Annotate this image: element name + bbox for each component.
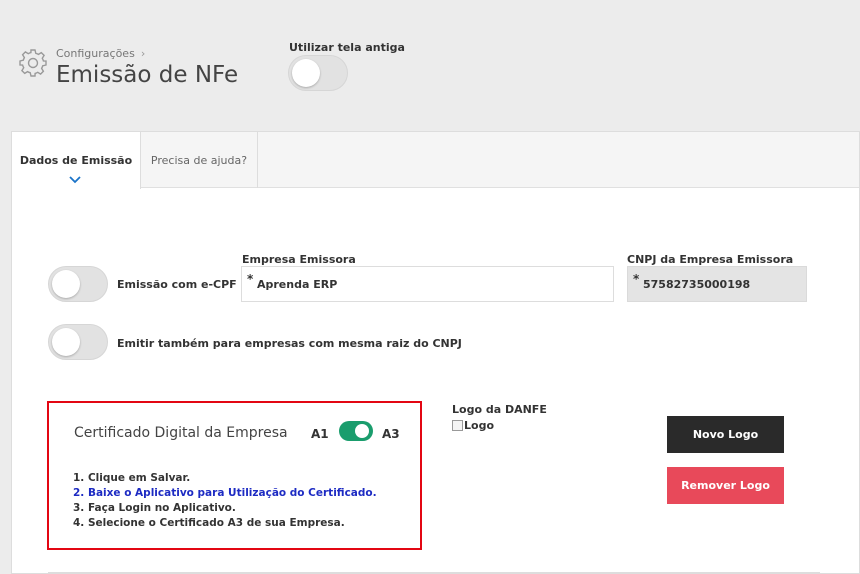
cnpj-input: * 57582735000198 (627, 266, 807, 302)
required-marker: * (633, 272, 640, 286)
certificate-box: Certificado Digital da Empresa A1 A3 1. … (47, 401, 422, 550)
chevron-down-icon (69, 176, 81, 184)
same-root-label: Emitir também para empresas com mesma ra… (117, 337, 462, 350)
logo-image: Logo (452, 419, 494, 432)
same-root-toggle[interactable] (48, 324, 108, 360)
toggle-knob (52, 328, 80, 356)
toggle-knob (52, 270, 80, 298)
certificate-title: Certificado Digital da Empresa (74, 425, 288, 441)
tab-label: Dados de Emissão (19, 154, 133, 167)
logo-alt-text: Logo (464, 419, 494, 432)
breadcrumb-configuracoes[interactable]: Configurações (56, 47, 135, 60)
ecpf-toggle[interactable] (48, 266, 108, 302)
step-3: 3. Faça Login no Aplicativo. (73, 502, 236, 514)
certificate-a1-label: A1 (311, 427, 329, 441)
cnpj-value: 57582735000198 (643, 277, 751, 291)
remove-logo-button[interactable]: Remover Logo (667, 467, 784, 504)
page-title: Emissão de NFe (56, 62, 239, 88)
chevron-right-icon: › (140, 47, 146, 60)
company-input[interactable]: * Aprenda ERP (241, 266, 614, 302)
toggle-knob (355, 424, 369, 438)
certificate-a3-label: A3 (382, 427, 400, 441)
divider (48, 572, 820, 573)
tab-bar: Dados de Emissão Precisa de ajuda? (12, 132, 859, 189)
old-screen-toggle[interactable] (288, 55, 348, 91)
company-label: Empresa Emissora (242, 253, 356, 266)
company-value: Aprenda ERP (257, 277, 338, 291)
old-screen-label: Utilizar tela antiga (289, 41, 405, 54)
step-2-download-link[interactable]: 2. Baixe o Aplicativo para Utilização do… (73, 486, 377, 501)
logo-label: Logo da DANFE (452, 403, 547, 416)
step-1: 1. Clique em Salvar. (73, 472, 191, 484)
step-4: 4. Selecione o Certificado A3 de sua Emp… (73, 517, 345, 529)
toggle-knob (292, 59, 320, 87)
cnpj-label: CNPJ da Empresa Emissora (627, 253, 794, 266)
broken-image-icon (452, 420, 463, 431)
tab-label: Precisa de ajuda? (150, 153, 248, 167)
tab-ajuda[interactable]: Precisa de ajuda? (141, 132, 258, 188)
breadcrumb: Configurações › (56, 47, 145, 60)
main-panel: Dados de Emissão Precisa de ajuda? Emiss… (11, 131, 860, 574)
gear-icon (19, 49, 47, 77)
required-marker: * (247, 272, 254, 286)
certificate-type-toggle[interactable] (339, 421, 373, 441)
ecpf-label: Emissão com e-CPF (117, 278, 237, 291)
tab-dados-emissao[interactable]: Dados de Emissão (12, 132, 141, 189)
new-logo-button[interactable]: Novo Logo (667, 416, 784, 453)
certificate-steps: 1. Clique em Salvar. 2. Baixe o Aplicati… (73, 471, 377, 531)
